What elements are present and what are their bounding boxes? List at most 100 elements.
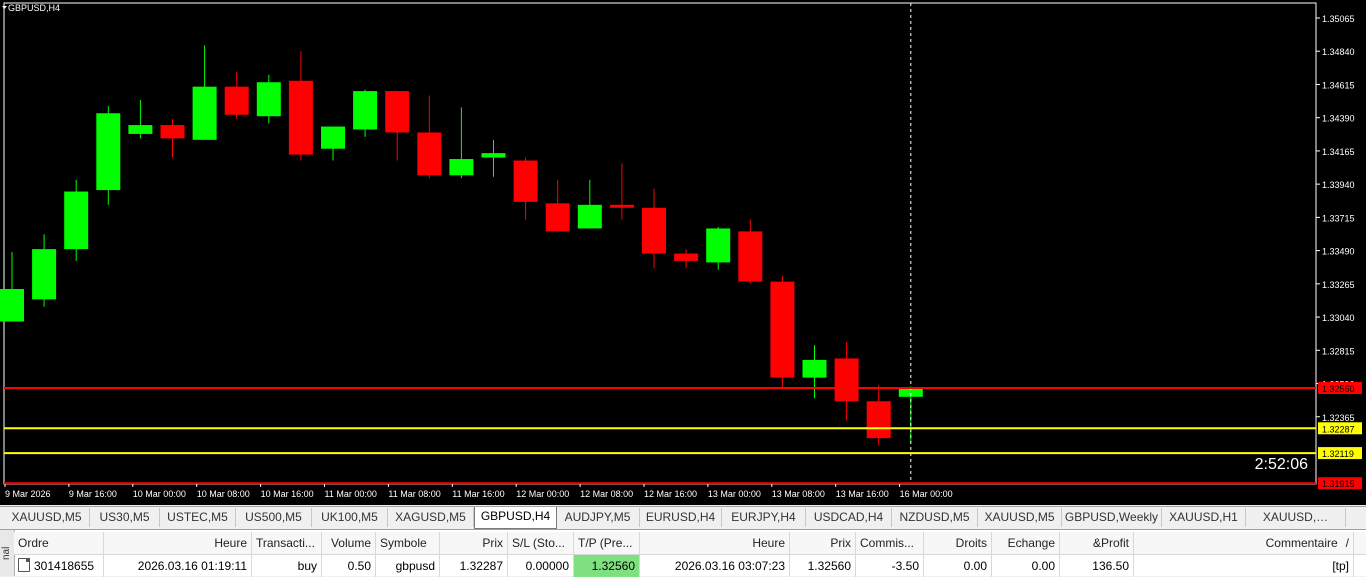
column-header[interactable]: Droits [924, 532, 992, 554]
sort-indicator: / [1345, 536, 1349, 550]
x-tick-label: 11 Mar 16:00 [452, 489, 504, 499]
y-tick-label: 1.32365 [1322, 413, 1355, 423]
candle-body[interactable] [321, 126, 345, 149]
candle-body[interactable] [128, 125, 153, 134]
chart-tab[interactable]: EURJPY,H4 [722, 508, 806, 527]
candle-body[interactable] [770, 281, 795, 378]
candle-body[interactable] [481, 153, 506, 158]
x-tick-label: 11 Mar 08:00 [388, 489, 440, 499]
order-doc-icon [18, 558, 30, 572]
chart-tab[interactable]: UK100,M5 [312, 508, 388, 527]
column-header[interactable]: Symbole [376, 532, 440, 554]
candle-body[interactable] [417, 132, 442, 176]
y-tick-label: 1.32815 [1322, 346, 1355, 356]
y-tick-label: 1.33490 [1322, 247, 1355, 257]
x-tick-label: 13 Mar 00:00 [708, 489, 761, 499]
candlestick-chart[interactable]: 1.35065 1.34840 1.34615 1.34390 1.34165 1.339… [0, 0, 1366, 505]
candle-body[interactable] [449, 159, 474, 176]
candle-body[interactable] [674, 253, 699, 261]
chart-tab[interactable]: AUDJPY,M5 [556, 508, 640, 527]
table-cell: 0.00 [992, 555, 1060, 577]
symbol-menu-arrow[interactable] [2, 6, 7, 9]
x-tick-label: 16 Mar 00:00 [900, 489, 953, 499]
candle-body[interactable] [288, 80, 313, 155]
column-header[interactable]: Prix [440, 532, 508, 554]
y-tick-label: 1.34165 [1322, 147, 1355, 157]
column-header[interactable]: Echange [992, 532, 1060, 554]
y-tick-label: 1.33040 [1322, 313, 1355, 323]
column-header[interactable]: Ordre [14, 532, 104, 554]
bid-line-price-label: 1.32119 [1322, 449, 1354, 459]
candle-body[interactable] [192, 86, 217, 140]
column-header[interactable]: Prix [790, 532, 856, 554]
x-tick-label: 13 Mar 16:00 [836, 489, 889, 499]
candle-body[interactable] [513, 160, 538, 202]
column-header[interactable]: Commis... [856, 532, 924, 554]
candle-body[interactable] [738, 231, 763, 282]
column-header[interactable]: T/P (Pre... [574, 532, 640, 554]
candle-body[interactable] [802, 359, 827, 378]
table-cell: buy [252, 555, 322, 577]
table-cell: [tp] [1134, 555, 1354, 577]
chart-tab[interactable]: NZDUSD,M5 [892, 508, 978, 527]
tp-line-price-label: 1.32560 [1322, 384, 1355, 394]
column-header[interactable]: Transacti... [252, 532, 322, 554]
column-header[interactable]: S/L (Sto... [508, 532, 574, 554]
candle-body[interactable] [866, 401, 891, 439]
y-tick-label: 1.34840 [1322, 47, 1355, 57]
candle-body[interactable] [256, 82, 281, 117]
candle-body[interactable] [609, 204, 634, 208]
table-cell: 1.32560 [790, 555, 856, 577]
chart-tab[interactable]: XAUUSD,M5 [4, 508, 90, 527]
candle-body[interactable] [224, 86, 249, 115]
column-header[interactable]: Volume [322, 532, 376, 554]
y-tick-label: 1.33940 [1322, 180, 1355, 190]
candle-body[interactable] [577, 204, 602, 229]
candle-body[interactable] [834, 358, 859, 402]
chart-tab[interactable]: US30,M5 [90, 508, 160, 527]
x-tick-label: 10 Mar 16:00 [261, 489, 314, 499]
y-tick-label: 1.33715 [1322, 213, 1355, 223]
chart-tab[interactable]: XAGUSD,M5 [388, 508, 474, 527]
chart-tab[interactable]: EURUSD,H4 [640, 508, 722, 527]
column-header[interactable]: Heure [640, 532, 790, 554]
table-cell: 0.00000 [508, 555, 574, 577]
candle-body[interactable] [353, 91, 378, 130]
candle-body[interactable] [642, 207, 666, 254]
candle-body[interactable] [0, 289, 24, 322]
table-row[interactable]: 301418655 2026.03.16 01:19:11 buy 0.50 gbpus… [14, 555, 1366, 577]
symbol-label: GBPUSD,H4 [8, 3, 61, 13]
candle-body[interactable] [545, 203, 570, 232]
candle-body[interactable] [32, 249, 57, 300]
table-cell: 0.50 [322, 555, 376, 577]
sl-line-price-label: 1.31915 [1322, 479, 1355, 489]
candle-body[interactable] [706, 228, 731, 263]
y-tick-label: 1.34615 [1322, 80, 1355, 90]
y-tick-label: 1.34390 [1322, 114, 1355, 124]
chart-tab[interactable]: XAUUSD,M5 [978, 508, 1062, 527]
candle-body[interactable] [385, 91, 410, 133]
candle-body[interactable] [64, 191, 89, 250]
chart-tab[interactable]: US500,M5 [236, 508, 312, 527]
price-chart[interactable]: 1.35065 1.34840 1.34615 1.34390 1.34165 1.339… [0, 0, 1366, 505]
candle-body[interactable] [160, 125, 185, 139]
x-tick-label: 9 Mar 16:00 [69, 489, 117, 499]
chart-tab[interactable]: USTEC,M5 [160, 508, 236, 527]
chart-tab[interactable]: GBPUSD,H4 [474, 507, 557, 529]
y-tick-label: 1.35065 [1322, 14, 1355, 24]
terminal-header: Ordre Heure Transacti... Volume Symbole Prix S… [14, 532, 1366, 555]
table-cell: 1.32560 [574, 555, 640, 577]
chart-tab[interactable]: XAUUSD,H1 [1162, 508, 1246, 527]
chart-tab[interactable]: GBPUSD,Weekly [1062, 508, 1162, 527]
x-tick-label: 12 Mar 00:00 [516, 489, 569, 499]
column-header[interactable]: Commentaire / [1134, 532, 1354, 554]
candle-body[interactable] [96, 113, 121, 191]
chart-tab[interactable]: USDCAD,H4 [806, 508, 892, 527]
column-header[interactable]: &Profit [1060, 532, 1134, 554]
chart-tabs: XAUUSD,M5 US30,M5 USTEC,M5 US500,M5 UK100,M5… [0, 506, 1366, 529]
x-tick-label: 11 Mar 00:00 [325, 489, 377, 499]
y-tick-label: 1.33265 [1322, 280, 1355, 290]
column-header[interactable]: Heure [104, 532, 252, 554]
chart-tab[interactable]: XAUUSD,… [1246, 508, 1346, 527]
terminal-side-tab[interactable]: nal [0, 530, 15, 576]
